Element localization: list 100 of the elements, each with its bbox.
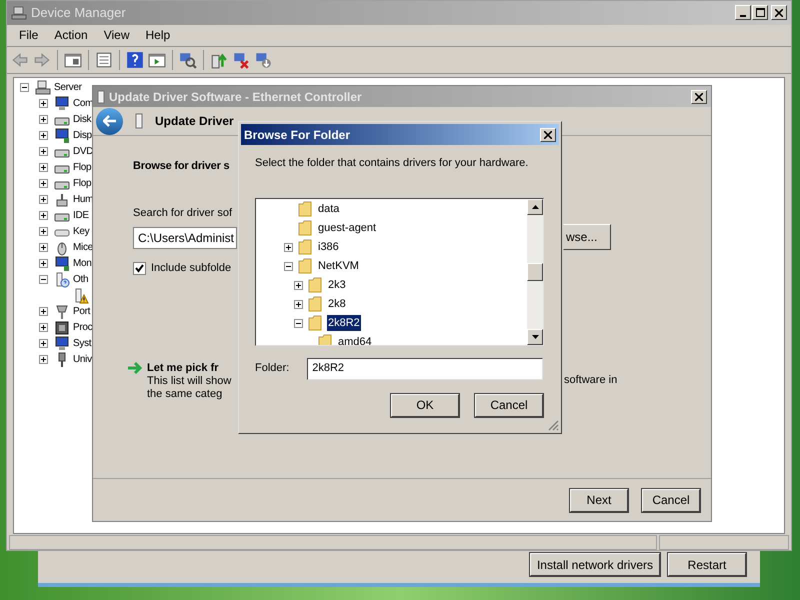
tree-item[interactable]: Syst <box>73 336 92 352</box>
folder-item[interactable]: 2k3 <box>327 276 347 294</box>
window-title: Device Manager <box>31 4 127 22</box>
menu-item[interactable]: Action <box>46 26 96 44</box>
close-icon <box>544 130 552 138</box>
expand-button[interactable] <box>39 339 48 348</box>
folder-icon <box>308 296 322 312</box>
down-arrow-icon <box>532 334 538 338</box>
folder-icon <box>298 258 312 274</box>
scrollbar[interactable] <box>527 198 543 344</box>
up-arrow-icon <box>532 204 538 208</box>
folder-icon <box>308 315 322 331</box>
folder-item[interactable]: 2k8R2 <box>327 314 361 332</box>
arrow-icon <box>127 360 143 374</box>
browse-button[interactable]: wse... <box>563 224 611 250</box>
folder-icon <box>298 220 312 236</box>
expand-button[interactable] <box>39 179 48 188</box>
tree-item[interactable]: Mice <box>73 240 93 256</box>
dialog-title: Update Driver Software - Ethernet Controller <box>109 88 363 106</box>
tree-item[interactable]: Proc <box>73 320 92 336</box>
expand-button[interactable] <box>294 300 303 308</box>
folder-item[interactable]: guest-agent <box>317 220 378 236</box>
tree-item[interactable]: Server <box>54 80 82 96</box>
expand-button[interactable] <box>39 259 48 268</box>
button[interactable]: Install network drivers <box>530 553 660 576</box>
minimize-icon <box>740 15 746 18</box>
folder-item[interactable]: i386 <box>317 238 340 256</box>
checkbox[interactable] <box>133 262 146 275</box>
collapse-button[interactable] <box>20 83 29 92</box>
ok-button[interactable]: OK <box>391 394 459 416</box>
search-label: Search for driver sof <box>133 206 232 220</box>
tree-item[interactable]: Port <box>73 304 90 320</box>
back-arrow-icon <box>102 115 116 127</box>
button[interactable]: Restart <box>668 553 746 576</box>
close-button[interactable] <box>691 90 707 104</box>
collapse-button[interactable] <box>294 318 303 328</box>
maximize-icon <box>756 8 764 18</box>
expand-button[interactable] <box>284 242 293 252</box>
folder-item[interactable]: NetKVM <box>317 258 360 274</box>
folder-item[interactable]: amd64 <box>337 334 373 344</box>
expand-button[interactable] <box>39 131 48 140</box>
cancel-button[interactable]: Cancel <box>642 488 700 512</box>
tree-item[interactable]: Oth <box>73 272 88 288</box>
help-icon[interactable] <box>126 50 144 69</box>
uninstall-icon[interactable] <box>232 50 250 69</box>
option-title[interactable]: Let me pick fr <box>147 360 232 374</box>
expand-button[interactable] <box>39 243 48 252</box>
back-button[interactable] <box>96 108 123 134</box>
scan-icon[interactable] <box>179 50 197 69</box>
update-icon[interactable] <box>210 50 228 69</box>
expand-button[interactable] <box>39 99 48 108</box>
expand-button[interactable] <box>39 323 48 332</box>
expand-button[interactable] <box>39 307 48 316</box>
tree-item[interactable]: Disp <box>73 128 92 144</box>
maximize-button[interactable] <box>752 5 768 20</box>
expand-button[interactable] <box>39 195 48 204</box>
collapse-button[interactable] <box>284 262 293 270</box>
folder-icon <box>308 277 322 293</box>
expand-button[interactable] <box>39 211 48 220</box>
scroll-thumb[interactable] <box>527 262 543 280</box>
monitor-icon <box>54 96 70 112</box>
scroll-up-button[interactable] <box>527 198 543 214</box>
section-heading: Browse for driver s <box>133 159 230 174</box>
path-field[interactable]: C:\Users\Administ <box>133 227 237 249</box>
joystick-icon <box>54 192 70 208</box>
expand-button[interactable] <box>39 115 48 124</box>
close-button[interactable] <box>771 5 787 20</box>
close-button[interactable] <box>540 128 556 142</box>
menu-item[interactable]: View <box>96 26 138 44</box>
next-button[interactable]: Next <box>570 488 628 512</box>
tree-item[interactable]: Univ <box>73 352 92 368</box>
folder-field[interactable]: 2k8R2 <box>307 358 544 380</box>
tree-item[interactable]: Key <box>73 224 90 240</box>
tree-item[interactable]: Flop <box>73 176 92 192</box>
tree-item[interactable]: Mon <box>73 256 92 272</box>
folder-item[interactable]: data <box>317 200 340 218</box>
properties-icon[interactable] <box>95 50 113 69</box>
tree-item[interactable]: Flop <box>73 160 92 176</box>
expand-button[interactable] <box>294 280 303 290</box>
folder-item[interactable]: 2k8 <box>327 296 347 312</box>
expand-button[interactable] <box>39 163 48 172</box>
cancel-button[interactable]: Cancel <box>475 394 543 416</box>
expand-button[interactable] <box>39 355 48 364</box>
collapse-button[interactable] <box>39 275 48 284</box>
option-description: software in <box>564 374 618 387</box>
expand-button[interactable] <box>39 147 48 156</box>
dialog-title: Browse For Folder <box>244 126 352 144</box>
device-icon <box>135 113 143 129</box>
folder-icon <box>298 239 312 255</box>
wizard-header: Update Driver <box>155 113 234 130</box>
menu-item[interactable]: File <box>11 26 46 44</box>
disable-icon[interactable] <box>254 50 272 69</box>
port-icon <box>54 304 70 320</box>
scroll-down-button[interactable] <box>527 328 543 344</box>
tree-item[interactable]: IDE <box>73 208 89 224</box>
menu-item[interactable]: Help <box>138 26 178 44</box>
tree-item[interactable]: Disk <box>73 112 92 128</box>
device-icon <box>97 90 105 104</box>
minimize-button[interactable] <box>735 5 751 20</box>
expand-button[interactable] <box>39 227 48 236</box>
